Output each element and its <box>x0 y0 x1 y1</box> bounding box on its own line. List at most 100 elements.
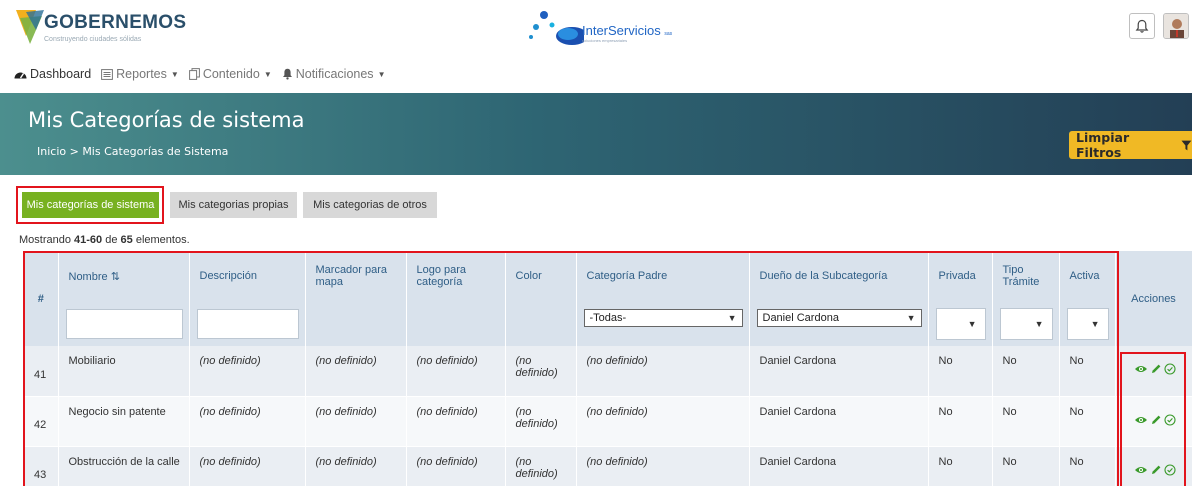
cell-dueno: Daniel Cardona <box>749 446 929 486</box>
col-padre: Categoría Padre <box>576 251 750 301</box>
col-descripcion: Descripción <box>189 251 306 301</box>
view-eye-icon[interactable] <box>1134 415 1148 425</box>
cell-descripcion: (no definido) <box>189 346 306 397</box>
partner-name: InterServicios <box>582 23 661 38</box>
page-title: Mis Categorías de sistema <box>28 108 305 132</box>
cell-color: (no definido) <box>505 446 577 486</box>
check-circle-icon[interactable] <box>1163 463 1176 476</box>
cell-acciones <box>1115 446 1192 486</box>
tab-mis-categorias-otros[interactable]: Mis categorias de otros <box>303 192 437 218</box>
edit-pencil-icon[interactable] <box>1150 414 1162 426</box>
cell-color: (no definido) <box>505 396 577 447</box>
partner-tagline: soluciones empresariales <box>582 38 628 43</box>
view-eye-icon[interactable] <box>1134 465 1148 475</box>
cell-descripcion: (no definido) <box>189 396 306 447</box>
filter-dueno-select[interactable]: Daniel Cardona ▼ <box>756 308 922 327</box>
user-avatar[interactable] <box>1163 13 1189 39</box>
cell-padre: (no definido) <box>576 346 750 397</box>
clear-filters-label: Limpiar Filtros <box>1076 130 1130 160</box>
row-number: 43 <box>24 446 59 486</box>
col-dueno: Dueño de la Subcategoría <box>749 251 929 301</box>
partner-suffix: sas <box>664 31 673 37</box>
filter-activa-select[interactable]: ▼ <box>1066 307 1109 340</box>
cell-padre: (no definido) <box>576 446 750 486</box>
summary-prefix: Mostrando <box>19 234 75 246</box>
cell-padre: (no definido) <box>576 396 750 447</box>
filter-dueno-value: Daniel Cardona <box>762 311 839 324</box>
cell-activa: No <box>1059 446 1116 486</box>
gobernemos-logo-mark <box>16 10 44 44</box>
summary-total: 65 <box>120 234 133 246</box>
filter-icon <box>1181 140 1192 150</box>
cell-dueno: Daniel Cardona <box>749 346 929 397</box>
filter-padre-value: -Todas- <box>589 311 627 324</box>
cell-tipo: No <box>992 446 1060 486</box>
filter-row: -Todas- ▼ Daniel Cardona ▼ ▼ ▼ ▼ <box>24 301 1192 346</box>
bell-icon <box>1135 19 1149 33</box>
brand-tagline: Construyendo ciudades sólidas <box>44 36 142 43</box>
cell-logo: (no definido) <box>406 446 506 486</box>
cell-marcador: (no definido) <box>305 446 407 486</box>
col-activa: Activa <box>1059 251 1116 301</box>
cell-dueno: Daniel Cardona <box>749 396 929 447</box>
tab-mis-categorias-sistema[interactable]: Mis categorías de sistema <box>22 192 159 218</box>
top-header: GOBERNEMOS Construyendo ciudades sólidas… <box>0 0 1192 58</box>
chevron-down-icon: ▼ <box>1090 318 1100 329</box>
table-header: # Nombre ⇅ Descripción Marcador para map… <box>24 251 1192 346</box>
col-acciones: Acciones <box>1115 251 1192 346</box>
brand-name: GOBERNEMOS <box>44 12 187 33</box>
edit-pencil-icon[interactable] <box>1150 464 1162 476</box>
clear-filters-button[interactable]: Limpiar Filtros <box>1069 130 1192 160</box>
filter-padre-select[interactable]: -Todas- ▼ <box>583 308 743 327</box>
sort-icon[interactable]: ⇅ <box>111 271 120 283</box>
chevron-down-icon: ▼ <box>967 318 977 329</box>
filter-descripcion-input[interactable] <box>196 308 299 339</box>
col-hash: # <box>24 251 59 346</box>
cell-tipo: No <box>992 346 1060 397</box>
cell-activa: No <box>1059 396 1116 447</box>
tab-label: Mis categorias de otros <box>313 199 427 211</box>
filter-nombre-input[interactable] <box>65 308 183 339</box>
cell-acciones <box>1115 346 1192 397</box>
filter-privada-select[interactable]: ▼ <box>935 307 986 340</box>
interservicios-logo-mark <box>529 11 584 45</box>
summary-middle: de <box>102 234 121 246</box>
cell-logo: (no definido) <box>406 396 506 447</box>
nav-reportes[interactable]: Reportes ▼ <box>101 67 179 81</box>
page-banner: Mis Categorías de sistema Inicio > Mis C… <box>0 93 1192 175</box>
check-circle-icon[interactable] <box>1163 413 1176 426</box>
row-number: 41 <box>24 346 59 397</box>
breadcrumb[interactable]: Inicio > Mis Categorías de Sistema <box>37 145 228 158</box>
check-circle-icon[interactable] <box>1163 363 1176 375</box>
filter-tipo-select[interactable]: ▼ <box>999 307 1053 340</box>
cell-privada: No <box>928 446 993 486</box>
col-privada: Privada <box>928 251 993 301</box>
summary-range: 41-60 <box>74 234 103 246</box>
edit-pencil-icon[interactable] <box>1150 363 1162 375</box>
tab-label: Mis categorías de sistema <box>26 199 155 211</box>
caret-down-icon: ▼ <box>170 69 179 79</box>
nav-dashboard[interactable]: Dashboard <box>14 67 91 81</box>
cell-acciones <box>1115 396 1192 447</box>
main-nav: Dashboard Reportes ▼ Contenido ▼ Notific… <box>14 66 385 82</box>
col-nombre-label: Nombre <box>68 270 108 283</box>
gobernemos-logo[interactable]: GOBERNEMOS Construyendo ciudades sólidas <box>14 6 186 46</box>
view-eye-icon[interactable] <box>1134 364 1148 374</box>
cell-activa: No <box>1059 346 1116 397</box>
nav-notificaciones[interactable]: Notificaciones ▼ <box>282 67 385 81</box>
tab-mis-categorias-propias[interactable]: Mis categorias propias <box>170 192 297 218</box>
summary-suffix: elementos. <box>132 234 190 246</box>
report-icon <box>101 68 114 80</box>
col-nombre[interactable]: Nombre ⇅ <box>58 251 190 301</box>
caret-down-icon: ▼ <box>263 69 272 79</box>
notifications-button[interactable] <box>1129 13 1155 39</box>
cell-color: (no definido) <box>505 346 577 397</box>
nav-contenido[interactable]: Contenido ▼ <box>188 67 272 81</box>
nav-dashboard-label: Dashboard <box>30 67 92 81</box>
copy-icon <box>188 68 200 80</box>
nav-reportes-label: Reportes <box>116 67 167 81</box>
cell-privada: No <box>928 396 993 447</box>
user-photo-icon <box>1164 14 1188 38</box>
row-number: 42 <box>24 396 59 447</box>
table-row: 42 Negocio sin patente (no definido) (no… <box>24 396 1192 447</box>
